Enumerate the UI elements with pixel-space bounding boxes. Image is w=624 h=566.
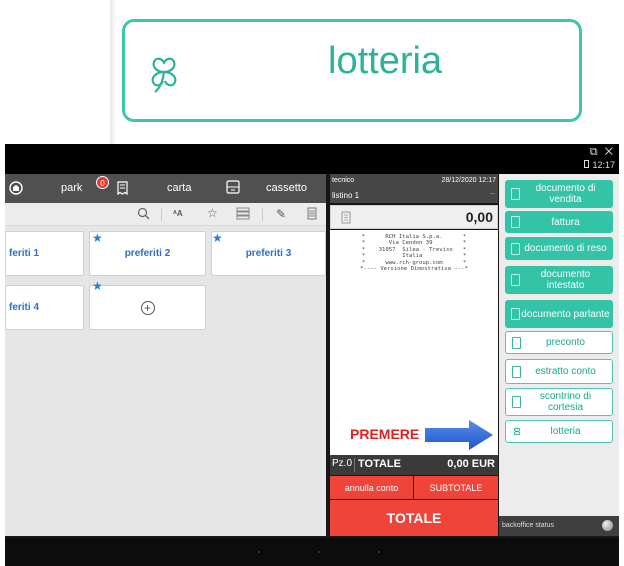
arrow-right-icon [425,420,493,450]
action-documento-di-vendita[interactable]: documento di vendita [505,180,613,208]
font-size-icon[interactable]: ᴬA [173,209,183,218]
cash-drawer-icon [226,180,240,194]
window-controls[interactable]: ⧉ ✕ [590,146,615,159]
action-scontrino-di-cortesia[interactable]: scontrino di cortesia [505,388,613,416]
pencil-icon[interactable]: ✎ [276,207,286,221]
zoom-lotteria-label: lotteria [328,40,443,82]
document-icon [511,216,520,228]
action-label: documento di vendita [535,183,596,205]
action-label: documento intestato [540,269,591,291]
backoffice-status-label: backoffice status [502,522,555,529]
total-value: 0,00 EUR [447,458,495,470]
total-label: TOTALE [358,458,401,470]
action-documento-di-reso[interactable]: documento di reso [505,237,613,260]
action-estratto-conto[interactable]: estratto conto [505,359,613,384]
toolbar-divider [262,208,263,221]
favorite-tile-2[interactable]: preferiti 2 [89,231,206,276]
nav-home-icon[interactable] [318,551,320,553]
add-favorite-tile[interactable]: + [89,285,206,330]
action-label: lotteria [550,426,581,437]
document-icon [511,274,520,286]
clover-icon [151,57,177,93]
total-row: Pz.0 TOTALE 0,00 EUR [330,455,498,475]
favorite-tile-label: preferiti 2 [124,248,171,259]
favorite-tile-label: feriti 1 [9,248,40,259]
notification-badge: 0 [96,176,109,189]
action-lotteria[interactable]: lotteria [505,420,613,443]
nav-recents-icon[interactable] [378,551,380,553]
clover-icon [513,427,521,436]
total-row-divider [354,458,355,472]
action-label: fattura [551,216,580,228]
star-icon: ★ [92,279,103,293]
receipt-header: tecnico 28/12/2020 12:17 listino 1 -- [330,174,498,203]
subtotal-button[interactable]: SUBTOTALE [414,476,498,499]
price-list-dash: -- [490,191,495,198]
favorite-tile-4[interactable]: feriti 4 [5,285,84,330]
star-icon: ★ [212,231,223,245]
plus-circle-icon: + [140,300,155,315]
backoffice-status-bar: backoffice status [499,516,619,536]
park-button[interactable]: park [61,182,82,194]
receipt-icon [117,181,128,195]
park-icon [9,181,23,195]
cancel-bill-button[interactable]: annulla conto [330,476,413,499]
carta-button[interactable]: carta [167,182,191,194]
trash-icon[interactable] [307,207,317,220]
action-label: scontrino di cortesia [539,391,592,413]
favorite-tile-label: preferiti 3 [245,248,292,259]
action-label: estratto conto [535,366,596,377]
favorites-toolbar: ᴬA ☆ ✎ [5,203,326,226]
favorite-tile-label: feriti 4 [9,302,40,313]
nav-back-icon[interactable] [258,551,260,553]
premere-annotation: PREMERE [350,426,420,442]
favorites-grid: feriti 1 preferiti 2 ★ preferiti 3 ★ fer… [5,226,326,536]
receipt-datetime: 28/12/2020 12:17 [441,177,497,184]
star-icon[interactable]: ☆ [207,206,218,220]
pieces-count: Pz.0 [332,458,353,469]
action-label: documento di reso [524,243,607,254]
cassetto-button[interactable]: cassetto [266,182,307,194]
action-documento-parlante[interactable]: documento parlante [505,300,613,328]
action-fattura[interactable]: fattura [505,211,613,233]
search-icon[interactable] [137,207,150,220]
document-icon [511,188,520,200]
battery-icon [584,160,589,168]
total-button[interactable]: TOTALE [330,500,498,536]
zoom-panel-shadow [110,0,116,144]
list-icon[interactable] [236,207,250,220]
document-icon [512,396,521,408]
toolbar-divider [161,208,162,221]
top-bar: park carta cassetto [5,174,326,203]
action-preconto[interactable]: preconto [505,331,613,354]
receipt-icon [341,211,351,224]
status-indicator-icon [602,520,613,531]
amount-display: 0,00 [330,205,498,229]
receipt-header-text: * RCH Italia S.p.a. * * Via Cendon 39 * … [360,234,468,273]
star-icon: ★ [92,231,103,245]
favorite-tile-1[interactable]: feriti 1 [5,231,84,276]
amount-value: 0,00 [465,209,493,225]
navigation-bar [5,538,619,566]
price-list[interactable]: listino 1 [332,191,359,200]
document-icon [511,308,520,320]
document-icon [512,336,521,349]
favorite-tile-3[interactable]: preferiti 3 [211,231,326,276]
system-bar: ⧉ ✕ 12:17 [5,144,619,174]
action-label: preconto [546,337,585,348]
operator-name: tecnico [332,177,355,184]
document-icon [512,365,521,378]
action-label: documento parlante [521,308,610,320]
document-icon [511,242,520,255]
action-documento-intestato[interactable]: documento intestato [505,266,613,294]
status-clock: 12:17 [592,160,615,170]
